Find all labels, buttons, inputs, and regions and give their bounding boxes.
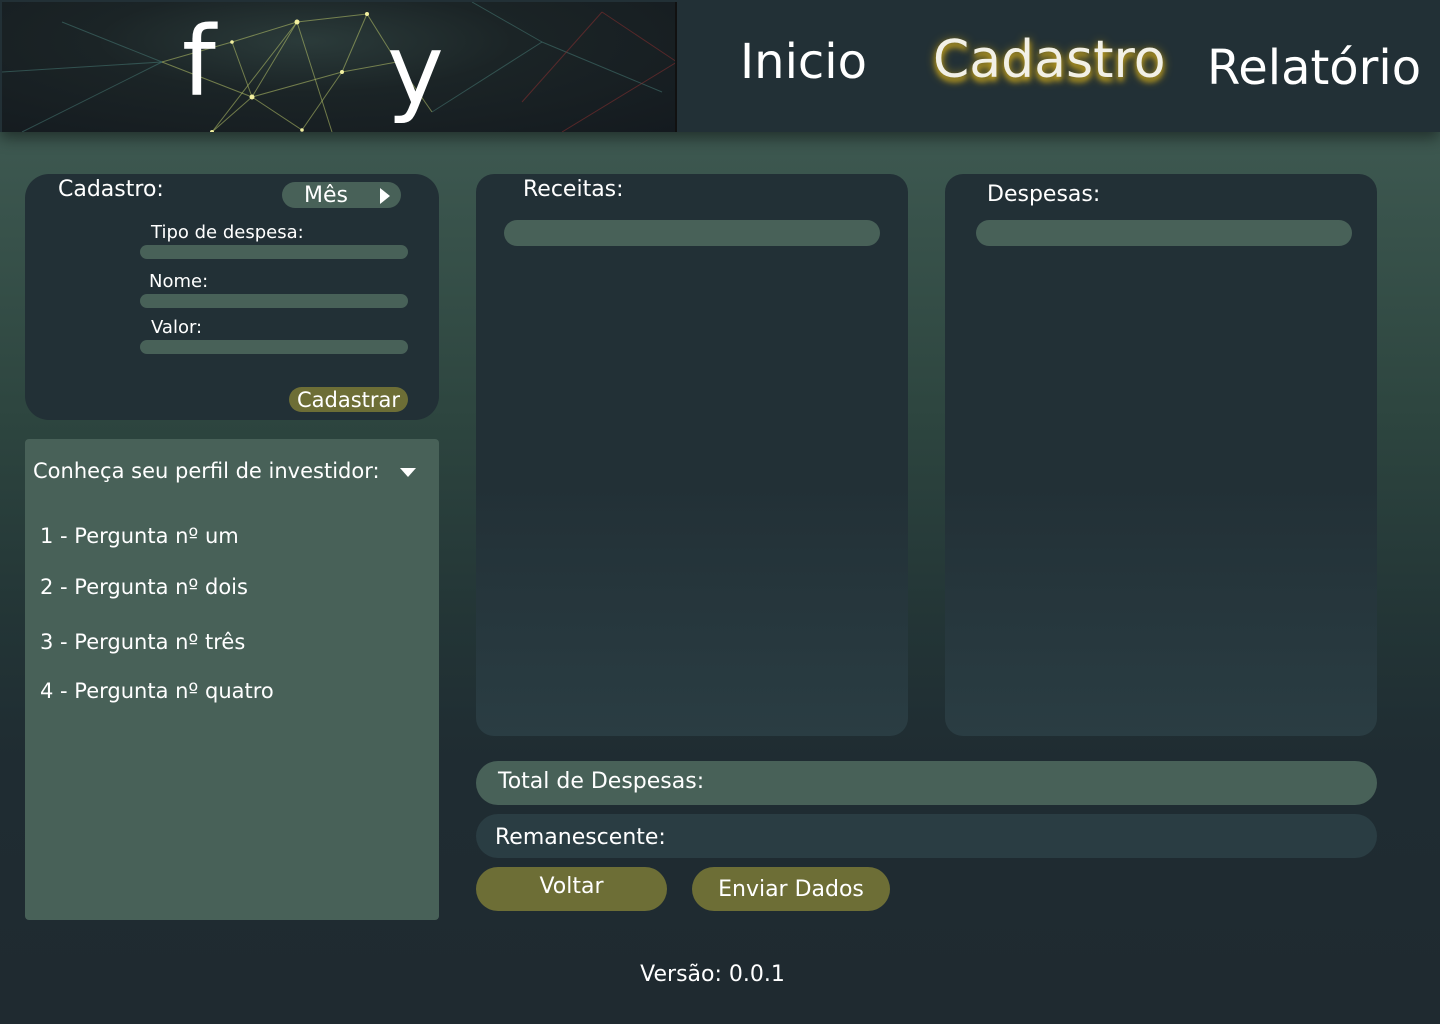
nav-cadastro[interactable]: Cadastro <box>933 30 1166 90</box>
question-item-1[interactable]: 1 - Pergunta nº um <box>40 524 239 548</box>
month-button-label: Mês <box>304 183 348 208</box>
tipo-despesa-input[interactable] <box>140 245 408 259</box>
version-label: Versão: 0.0.1 <box>640 962 785 987</box>
remanescente-label: Remanescente: <box>495 825 666 850</box>
tipo-despesa-label: Tipo de despesa: <box>151 222 304 243</box>
receitas-panel: Receitas: <box>476 174 908 736</box>
logo-letter-f: f <box>182 6 216 118</box>
logo-banner[interactable]: f y <box>2 2 677 132</box>
despesas-input[interactable] <box>976 220 1352 246</box>
total-despesas-bar: Total de Despesas: <box>476 761 1377 805</box>
nav-relatorio[interactable]: Relatório <box>1207 40 1421 96</box>
remanescente-bar: Remanescente: <box>476 814 1377 858</box>
cadastrar-button[interactable]: Cadastrar <box>289 387 408 412</box>
nome-label: Nome: <box>149 271 209 292</box>
question-item-4[interactable]: 4 - Pergunta nº quatro <box>40 679 274 703</box>
despesas-panel: Despesas: <box>945 174 1377 736</box>
nav-inicio[interactable]: Inicio <box>740 34 867 90</box>
caret-right-icon <box>380 188 390 204</box>
month-button[interactable]: Mês <box>282 182 401 208</box>
question-item-3[interactable]: 3 - Pergunta nº três <box>40 630 245 654</box>
caret-down-icon[interactable] <box>400 468 416 477</box>
despesas-title: Despesas: <box>987 182 1101 207</box>
logo-letter-y: y <box>387 14 444 126</box>
cadastro-title: Cadastro: <box>58 177 164 202</box>
investor-profile-title[interactable]: Conheça seu perfil de investidor: <box>33 459 380 483</box>
cadastro-card: Cadastro: Mês Tipo de despesa: Nome: Val… <box>25 174 439 420</box>
network-graphic <box>2 2 675 132</box>
valor-input[interactable] <box>140 340 408 354</box>
voltar-button[interactable]: Voltar <box>476 867 667 911</box>
nome-input[interactable] <box>140 294 408 308</box>
total-despesas-label: Total de Despesas: <box>498 769 705 794</box>
enviar-dados-button[interactable]: Enviar Dados <box>692 867 890 911</box>
top-header: f y Inicio Cadastro Relatório <box>0 0 1440 132</box>
investor-profile-panel: Conheça seu perfil de investidor: 1 - Pe… <box>25 439 439 920</box>
valor-label: Valor: <box>151 317 203 338</box>
question-item-2[interactable]: 2 - Pergunta nº dois <box>40 575 248 599</box>
receitas-title: Receitas: <box>523 177 624 202</box>
receitas-input[interactable] <box>504 220 880 246</box>
